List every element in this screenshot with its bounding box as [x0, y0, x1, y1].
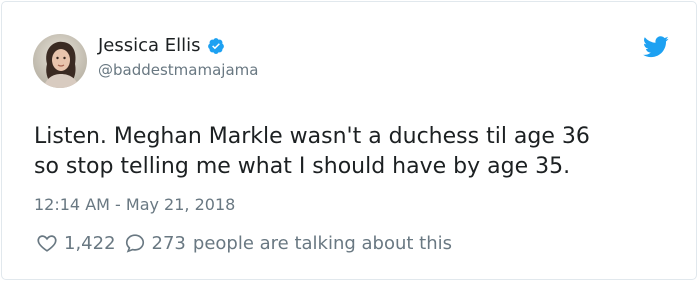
author-handle[interactable]: @baddestmamajama	[98, 60, 258, 80]
tweet-text: Listen. Meghan Markle wasn't a duchess t…	[34, 122, 674, 182]
speech-bubble-icon[interactable]	[124, 232, 146, 254]
tweet-text-line: Listen. Meghan Markle wasn't a duchess t…	[34, 124, 590, 149]
avatar[interactable]	[33, 34, 87, 88]
author-name[interactable]: Jessica Ellis	[98, 34, 201, 58]
twitter-bird-icon[interactable]	[643, 36, 669, 58]
author-name-row[interactable]: Jessica Ellis	[98, 34, 225, 58]
talking-count[interactable]: 273	[152, 233, 186, 254]
tweet-card: Jessica Ellis @baddestmamajama Listen. M…	[1, 1, 697, 280]
likes-count[interactable]: 1,422	[64, 233, 116, 254]
verified-badge-icon	[207, 37, 225, 55]
heart-icon[interactable]	[36, 232, 58, 254]
tweet-actions: 1,422 273 people are talking about this	[36, 230, 452, 256]
tweet-timestamp[interactable]: 12:14 AM - May 21, 2018	[34, 194, 235, 216]
avatar-photo	[33, 34, 87, 88]
tweet-text-line: so stop telling me what I should have by…	[34, 154, 571, 179]
talking-label[interactable]: people are talking about this	[193, 233, 452, 254]
